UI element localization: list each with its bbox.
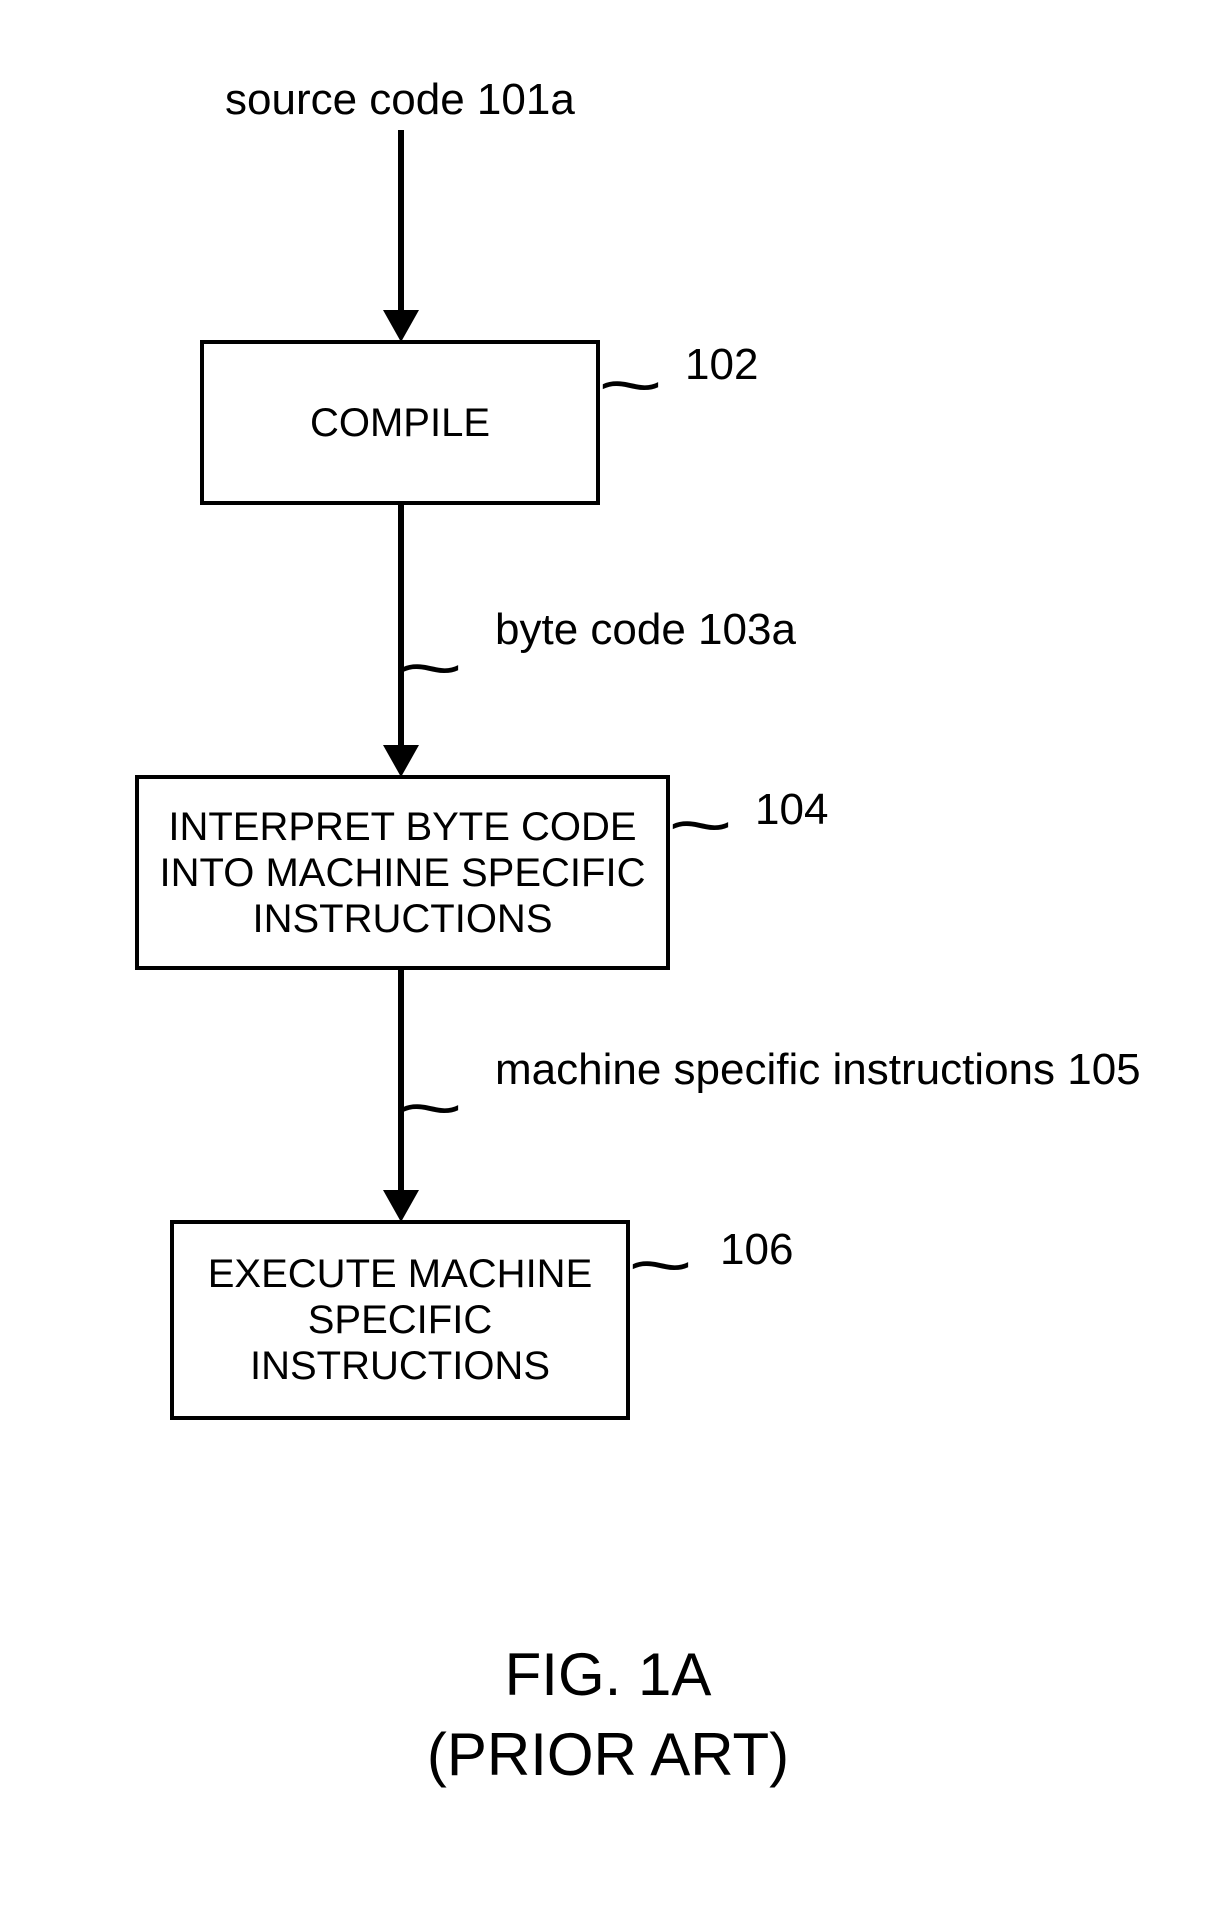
arrow-1-head [383, 310, 419, 342]
tilde-106: ~ [628, 1225, 693, 1305]
ref-106: 106 [720, 1225, 793, 1275]
tilde-104: ~ [668, 785, 733, 865]
ref-104: 104 [755, 785, 828, 835]
byte-code-label: byte code 103a [495, 605, 796, 655]
ref-102: 102 [685, 340, 758, 390]
source-code-label: source code 101a [225, 75, 575, 125]
compile-box: COMPILE [200, 340, 600, 505]
arrow-1-line [398, 130, 404, 315]
figure-title: FIG. 1A [0, 1640, 1216, 1709]
figure-subtitle: (PRIOR ART) [0, 1720, 1216, 1789]
tilde-103a: ~ [398, 628, 463, 708]
arrow-2-head [383, 745, 419, 777]
interpret-box: INTERPRET BYTE CODE INTO MACHINE SPECIFI… [135, 775, 670, 970]
tilde-102: ~ [598, 345, 663, 425]
diagram-canvas: source code 101a COMPILE ~ 102 ~ byte co… [0, 0, 1216, 1915]
execute-box: EXECUTE MACHINE SPECIFIC INSTRUCTIONS [170, 1220, 630, 1420]
machine-instr-label: machine specific instructions 105 [495, 1045, 1141, 1095]
execute-text: EXECUTE MACHINE SPECIFIC INSTRUCTIONS [190, 1251, 610, 1389]
interpret-text: INTERPRET BYTE CODE INTO MACHINE SPECIFI… [155, 804, 650, 942]
tilde-105: ~ [398, 1068, 463, 1148]
arrow-3-head [383, 1190, 419, 1222]
compile-text: COMPILE [310, 400, 490, 446]
